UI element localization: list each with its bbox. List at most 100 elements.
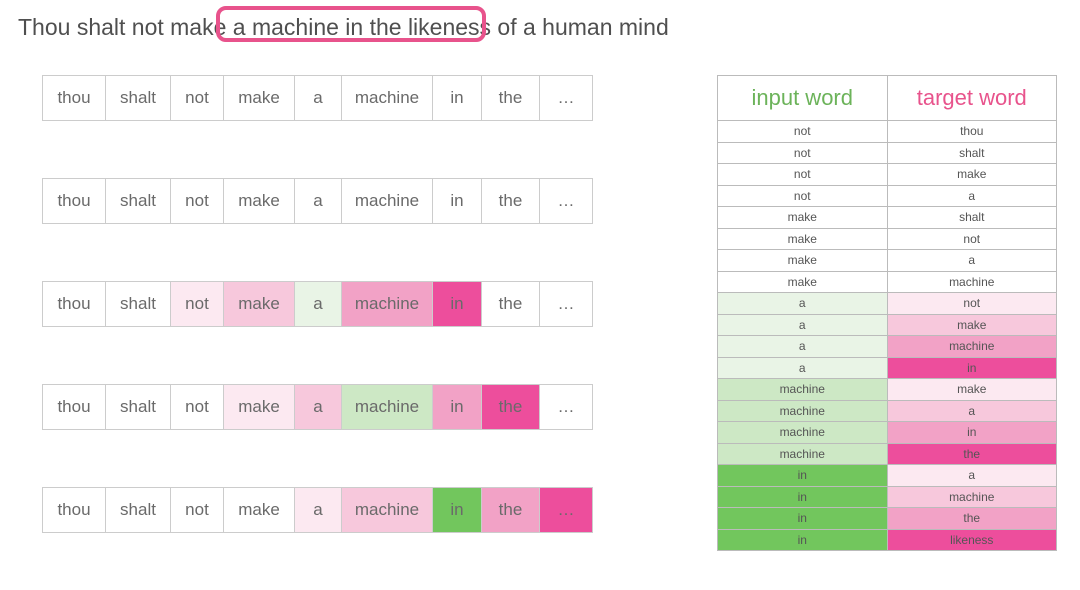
word-cell: … [539,178,593,224]
cell-target-word: not [887,229,1057,250]
cell-input-word: not [718,121,887,142]
cell-input-word: not [718,186,887,207]
word-cell: in [432,75,482,121]
cell-target-word: machine [887,487,1057,508]
table-row: makenot [717,229,1057,251]
word-cell: not [170,178,224,224]
word-cell: thou [42,75,106,121]
word-cell: thou [42,487,106,533]
table-row: ina [717,465,1057,487]
cell-input-word: machine [718,379,887,400]
word-cell: machine [341,487,433,533]
cell-target-word: a [887,401,1057,422]
word-cell: a [294,384,342,430]
cell-input-word: make [718,272,887,293]
table-row: amachine [717,336,1057,358]
cell-target-word: shalt [887,207,1057,228]
word-cell: … [539,75,593,121]
word-cell: make [223,178,295,224]
table-body: notthounotshaltnotmakenotamakeshaltmaken… [717,121,1057,551]
table-row: makemachine [717,272,1057,294]
cell-input-word: make [718,229,887,250]
word-row: thoushaltnotmakeamachineinthe… [42,487,682,533]
table-row: ain [717,358,1057,380]
cell-target-word: in [887,422,1057,443]
word-cell: not [170,384,224,430]
header-target-word: target word [887,76,1057,120]
table-row: makea [717,250,1057,272]
cell-target-word: likeness [887,530,1057,551]
cell-input-word: a [718,315,887,336]
cell-input-word: in [718,530,887,551]
word-row: thoushaltnotmakeamachineinthe… [42,384,682,430]
word-cell: a [294,75,342,121]
word-row: thoushaltnotmakeamachineinthe… [42,75,682,121]
cell-input-word: make [718,250,887,271]
table-row: inlikeness [717,530,1057,552]
word-cell: thou [42,281,106,327]
word-cell: the [481,384,540,430]
table-row: inmachine [717,487,1057,509]
word-cell: machine [341,178,433,224]
cell-target-word: in [887,358,1057,379]
word-cell: shalt [105,384,171,430]
word-cell: not [170,487,224,533]
cell-input-word: in [718,465,887,486]
word-cell: the [481,178,540,224]
cell-target-word: make [887,315,1057,336]
cell-input-word: not [718,143,887,164]
cell-input-word: machine [718,444,887,465]
cell-target-word: machine [887,336,1057,357]
cell-target-word: a [887,250,1057,271]
cell-target-word: make [887,164,1057,185]
cell-input-word: a [718,293,887,314]
word-cell: in [432,281,482,327]
pair-table: input word target word notthounotshaltno… [717,75,1057,551]
word-cell: a [294,178,342,224]
table-row: inthe [717,508,1057,530]
cell-target-word: shalt [887,143,1057,164]
word-cell: machine [341,75,433,121]
word-cell: machine [341,281,433,327]
sentence-text: Thou shalt not make a machine in the lik… [18,14,669,41]
table-row: nota [717,186,1057,208]
header-input-word: input word [718,76,887,120]
word-cell: shalt [105,75,171,121]
table-row: makeshalt [717,207,1057,229]
cell-input-word: in [718,508,887,529]
table-row: machinethe [717,444,1057,466]
cell-input-word: in [718,487,887,508]
cell-target-word: the [887,508,1057,529]
cell-input-word: machine [718,422,887,443]
cell-target-word: a [887,465,1057,486]
cell-input-word: make [718,207,887,228]
word-cell: make [223,75,295,121]
word-cell: a [294,281,342,327]
word-cell: … [539,384,593,430]
word-cell: in [432,384,482,430]
word-rows: thoushaltnotmakeamachineinthe…thoushaltn… [42,75,682,590]
word-cell: make [223,281,295,327]
word-cell: not [170,75,224,121]
word-cell: thou [42,384,106,430]
cell-target-word: the [887,444,1057,465]
table-row: notmake [717,164,1057,186]
table-row: machinein [717,422,1057,444]
table-row: machinea [717,401,1057,423]
table-row: machinemake [717,379,1057,401]
cell-target-word: a [887,186,1057,207]
cell-target-word: make [887,379,1057,400]
table-row: amake [717,315,1057,337]
cell-input-word: a [718,336,887,357]
cell-target-word: machine [887,272,1057,293]
cell-input-word: not [718,164,887,185]
word-row: thoushaltnotmakeamachineinthe… [42,178,682,224]
word-cell: shalt [105,487,171,533]
word-cell: make [223,487,295,533]
cell-target-word: thou [887,121,1057,142]
word-cell: in [432,178,482,224]
table-header: input word target word [717,75,1057,121]
word-cell: shalt [105,281,171,327]
table-row: anot [717,293,1057,315]
word-cell: not [170,281,224,327]
